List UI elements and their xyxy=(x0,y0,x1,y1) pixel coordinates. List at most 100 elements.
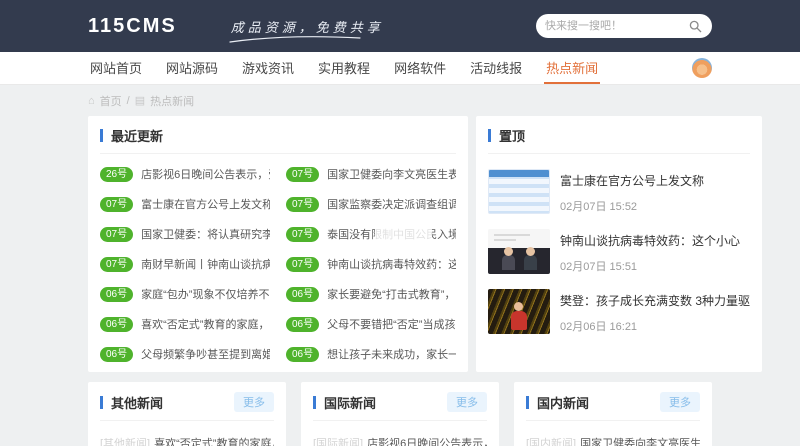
search-box xyxy=(536,14,712,38)
pinned-item[interactable]: 富士康在官方公号上发文称 02月07日 15:52 xyxy=(488,169,750,214)
news-item[interactable]: 06号 家庭“包办”现象不仅培养不出孩子的 xyxy=(100,279,270,309)
pinned-item-meta: 樊登：孩子成长充满变数 3种力量驱 02月06日 16:21 xyxy=(560,289,750,334)
news-title: 家长要避免“打击式教育”，需注意的问 xyxy=(327,286,456,302)
other-news-card: 其他新闻 更多 [其他新闻] 喜欢“否定式”教育的家庭，在这样家... [其他新… xyxy=(88,382,286,446)
section-title-bar xyxy=(100,129,103,142)
news-title: 南财早新闻丨钟南山谈抗病毒特效药：广 xyxy=(141,256,270,272)
more-button[interactable]: 更多 xyxy=(447,392,487,412)
pinned-title: 樊登：孩子成长充满变数 3种力量驱 xyxy=(560,292,750,309)
category-tag: [国际新闻] xyxy=(313,435,363,446)
news-title: 钟南山谈抗病毒特效药：这个小心 一定要 xyxy=(327,256,456,272)
recent-column-left: 26号 店影视6日晚间公告表示，受疫 07号 富士康在官方公号上发文称 07号 … xyxy=(100,159,270,369)
nav-item-activities[interactable]: 活动线报 xyxy=(468,52,524,84)
user-avatar[interactable] xyxy=(692,58,712,78)
text-line-shape xyxy=(494,234,530,236)
news-item[interactable]: 07号 国家卫健委向李文亮医生表示深痛哀悼 xyxy=(286,159,456,189)
news-title: 国家卫健委：将认真研究李文亮的发病和 xyxy=(141,226,270,242)
date-badge: 06号 xyxy=(100,317,133,332)
news-item[interactable]: 07号 富士康在官方公号上发文称 xyxy=(100,189,270,219)
pinned-item-meta: 富士康在官方公号上发文称 02月07日 15:52 xyxy=(560,169,704,214)
video-thumbnail xyxy=(488,229,550,274)
category-card-header: 其他新闻 更多 xyxy=(100,392,274,421)
news-title: 父母频繁争吵甚至提到离婚，会给孩子留 xyxy=(141,346,270,362)
news-item[interactable]: 07号 国家卫健委：将认真研究李文亮的发病和 xyxy=(100,219,270,249)
search-input[interactable] xyxy=(545,20,689,32)
section-title-bar xyxy=(526,396,529,409)
news-item[interactable]: 06号 喜欢“否定式”教育的家庭，在这样家庭 xyxy=(100,309,270,339)
section-title: 国际新闻 xyxy=(324,393,376,412)
search-icon[interactable] xyxy=(689,19,703,33)
category-tag: [其他新闻] xyxy=(100,435,150,446)
section-title-bar xyxy=(313,396,316,409)
news-item[interactable]: 06号 家长要避免“打击式教育”，需注意的问 xyxy=(286,279,456,309)
category-item[interactable]: [国际新闻] 店影视6日晚间公告表示，受疫 xyxy=(313,435,487,446)
pinned-item[interactable]: 樊登：孩子成长充满变数 3种力量驱 02月06日 16:21 xyxy=(488,289,750,334)
pinned-card: 置顶 富士康在官方公号上发文称 02月07日 15:52 钟南山谈抗病毒特效药：… xyxy=(476,116,762,372)
site-header: 115CMS 成品资源，免费共享 xyxy=(0,0,800,52)
nav-item-tutorials[interactable]: 实用教程 xyxy=(316,52,372,84)
date-badge: 07号 xyxy=(286,227,319,242)
news-item[interactable]: 06号 想让孩子未来成功，家长一定要管住3 xyxy=(286,339,456,369)
site-logo[interactable]: 115CMS xyxy=(88,15,177,38)
date-badge: 06号 xyxy=(100,347,133,362)
category-title: 店影视6日晚间公告表示，受疫 xyxy=(367,435,487,446)
pinned-title: 富士康在官方公号上发文称 xyxy=(560,172,704,189)
news-title: 父母不要错把“否定”当成孩子的鼓励，其 xyxy=(327,316,456,332)
pinned-title: 钟南山谈抗病毒特效药：这个小心 xyxy=(560,232,740,249)
news-title: 想让孩子未来成功，家长一定要管住3 xyxy=(327,346,456,362)
recent-card-header: 最近更新 xyxy=(100,126,456,154)
main-nav: 网站首页 网站源码 游戏资讯 实用教程 网络软件 活动线报 热点新闻 xyxy=(0,52,800,85)
date-badge: 07号 xyxy=(286,197,319,212)
nav-item-hot-news[interactable]: 热点新闻 xyxy=(544,52,600,84)
nav-item-home[interactable]: 网站首页 xyxy=(88,52,144,84)
pinned-date: 02月07日 15:52 xyxy=(560,198,704,214)
news-item[interactable]: 07号 南财早新闻丨钟南山谈抗病毒特效药：广 xyxy=(100,249,270,279)
news-title: 泰国没有限制中国公民入境：患难 xyxy=(327,226,456,242)
international-news-card: 国际新闻 更多 [国际新闻] 店影视6日晚间公告表示，受疫 [国际新闻] 泰国没… xyxy=(301,382,499,446)
news-item[interactable]: 26号 店影视6日晚间公告表示，受疫 xyxy=(100,159,270,189)
breadcrumb-home[interactable]: 首页 xyxy=(100,93,122,109)
recent-column-right: 07号 国家卫健委向李文亮医生表示深痛哀悼 07号 国家监察委决定派调查组调查涉… xyxy=(286,159,456,369)
news-item[interactable]: 07号 国家监察委决定派调查组调查涉李文亮医 xyxy=(286,189,456,219)
category-card-header: 国内新闻 更多 xyxy=(526,392,700,421)
more-button[interactable]: 更多 xyxy=(234,392,274,412)
category-item[interactable]: [其他新闻] 喜欢“否定式”教育的家庭，在这样家... xyxy=(100,435,274,446)
site-slogan: 成品资源，免费共享 xyxy=(231,17,384,36)
page: 115CMS 成品资源，免费共享 网站首页 网站源码 游戏资讯 实用教程 网络软… xyxy=(0,0,800,446)
nav-item-source[interactable]: 网站源码 xyxy=(164,52,220,84)
category-title: 国家卫健委向李文亮医生表示深痛哀悼 xyxy=(580,435,700,446)
category-row: 其他新闻 更多 [其他新闻] 喜欢“否定式”教育的家庭，在这样家... [其他新… xyxy=(88,382,712,446)
news-item[interactable]: 07号 泰国没有限制中国公民入境：患难 xyxy=(286,219,456,249)
text-line-shape xyxy=(494,239,516,241)
date-badge: 26号 xyxy=(100,167,133,182)
category-title: 喜欢“否定式”教育的家庭，在这样家... xyxy=(154,435,274,446)
category-item[interactable]: [国内新闻] 国家卫健委向李文亮医生表示深痛哀悼 xyxy=(526,435,700,446)
pinned-item-meta: 钟南山谈抗病毒特效药：这个小心 02月07日 15:51 xyxy=(560,229,740,274)
more-button[interactable]: 更多 xyxy=(660,392,700,412)
section-title: 置顶 xyxy=(499,126,525,145)
breadcrumb-separator: / xyxy=(127,95,130,107)
nav-item-software[interactable]: 网络软件 xyxy=(392,52,448,84)
section-title: 国内新闻 xyxy=(537,393,589,412)
recent-grid: 26号 店影视6日晚间公告表示，受疫 07号 富士康在官方公号上发文称 07号 … xyxy=(100,154,456,369)
pinned-card-header: 置顶 xyxy=(488,126,750,154)
recent-updates-card: 最近更新 26号 店影视6日晚间公告表示，受疫 07号 富士康在官方公号上发文称… xyxy=(88,116,468,372)
pinned-item[interactable]: 钟南山谈抗病毒特效药：这个小心 02月07日 15:51 xyxy=(488,229,750,274)
news-item[interactable]: 06号 父母频繁争吵甚至提到离婚，会给孩子留 xyxy=(100,339,270,369)
stage-thumbnail xyxy=(488,289,550,334)
pinned-date: 02月07日 15:51 xyxy=(560,258,740,274)
date-badge: 07号 xyxy=(286,257,319,272)
section-title-bar xyxy=(100,396,103,409)
date-badge: 06号 xyxy=(286,317,319,332)
news-item[interactable]: 06号 父母不要错把“否定”当成孩子的鼓励，其 xyxy=(286,309,456,339)
table-thumbnail xyxy=(488,169,550,214)
news-item[interactable]: 07号 钟南山谈抗病毒特效药：这个小心 一定要 xyxy=(286,249,456,279)
date-badge: 07号 xyxy=(286,167,319,182)
person-shape xyxy=(524,255,537,270)
person-shape xyxy=(502,255,515,270)
nav-item-games[interactable]: 游戏资讯 xyxy=(240,52,296,84)
news-title: 家庭“包办”现象不仅培养不出孩子的 xyxy=(141,286,270,302)
news-title: 喜欢“否定式”教育的家庭，在这样家庭 xyxy=(141,316,270,332)
breadcrumb: ⌂ 首页 / ▤ 热点新闻 xyxy=(0,85,800,114)
category-card-header: 国际新闻 更多 xyxy=(313,392,487,421)
